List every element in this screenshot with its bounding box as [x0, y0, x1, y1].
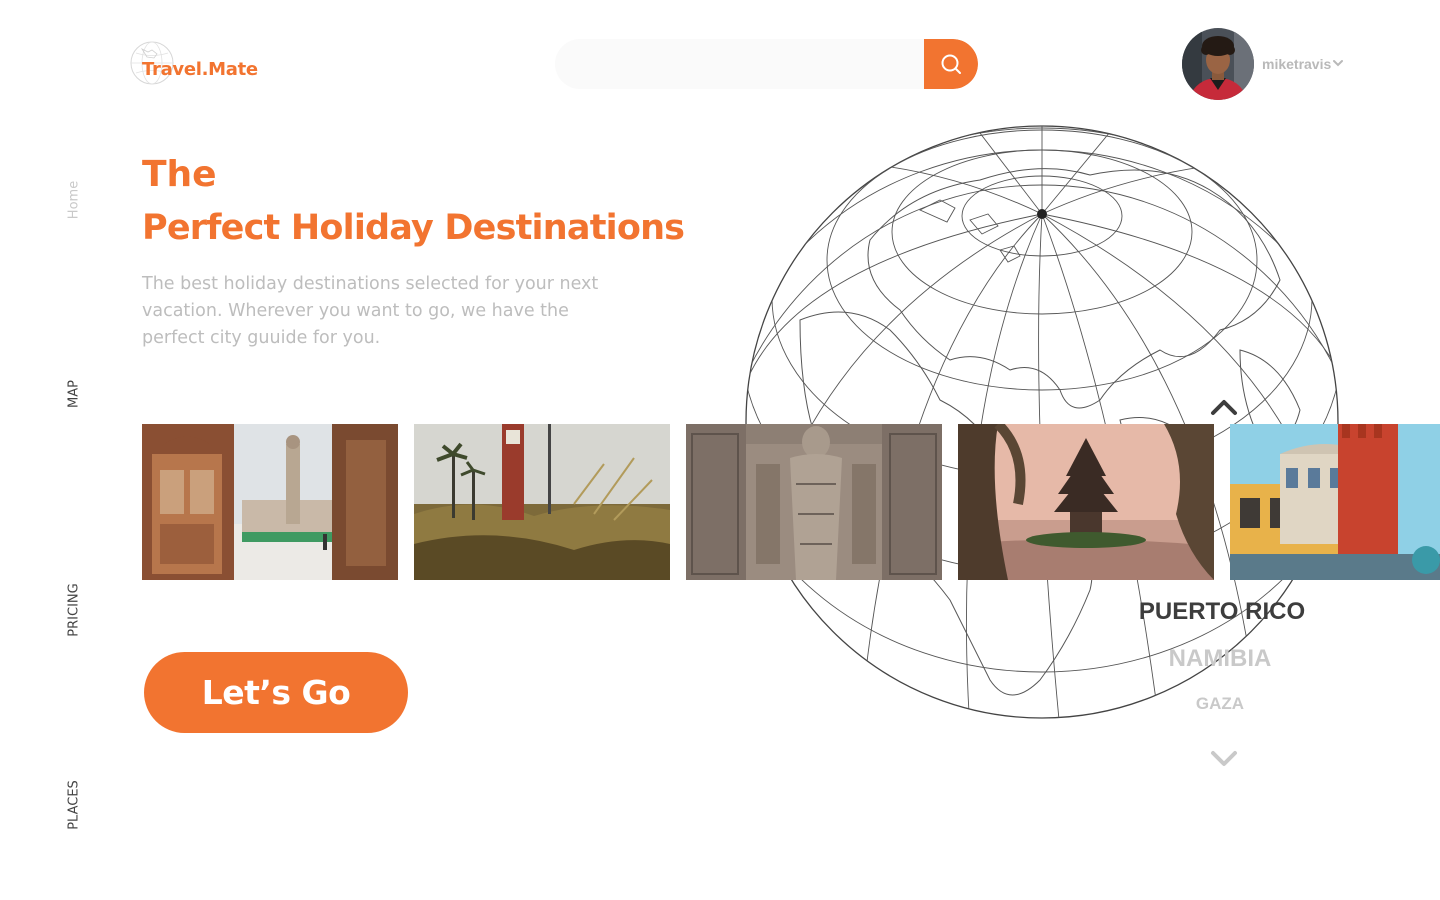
- chevron-up-icon[interactable]: [1210, 398, 1238, 416]
- destination-photo[interactable]: [686, 424, 942, 580]
- chevron-down-icon[interactable]: [1333, 59, 1343, 67]
- destination-photo[interactable]: [958, 424, 1214, 580]
- search-button[interactable]: [924, 39, 978, 89]
- search-bar: [555, 39, 978, 89]
- nav-home[interactable]: Home: [67, 181, 82, 219]
- chevron-down-icon[interactable]: [1210, 750, 1238, 768]
- lets-go-button[interactable]: Let’s Go: [144, 652, 408, 733]
- avatar[interactable]: [1182, 28, 1254, 100]
- hero-title-line1: The: [142, 154, 217, 195]
- destination-photo[interactable]: [142, 424, 398, 580]
- avatar-image: [1182, 28, 1254, 100]
- destination-item-active[interactable]: PUERTO RICO: [1139, 598, 1305, 626]
- search-input[interactable]: [555, 39, 924, 89]
- logo-text: Travel.Mate: [142, 59, 258, 80]
- username[interactable]: miketravis: [1262, 56, 1331, 72]
- hero-title-line2: Perfect Holiday Destinations: [142, 208, 685, 248]
- hero-description: The best holiday destinations selected f…: [142, 274, 599, 348]
- page: Travel.Mate miketravis Home MAP PRICING …: [0, 0, 1440, 900]
- search-icon: [941, 54, 961, 74]
- nav-pricing[interactable]: PRICING: [67, 583, 82, 636]
- logo[interactable]: Travel.Mate: [128, 40, 278, 86]
- destination-photo[interactable]: [414, 424, 670, 580]
- nav-places[interactable]: PLACES: [67, 780, 82, 830]
- destination-photo[interactable]: [1230, 424, 1440, 580]
- destination-item[interactable]: NAMIBIA: [1169, 645, 1272, 673]
- nav-map[interactable]: MAP: [67, 380, 82, 408]
- destination-item[interactable]: GAZA: [1196, 694, 1244, 714]
